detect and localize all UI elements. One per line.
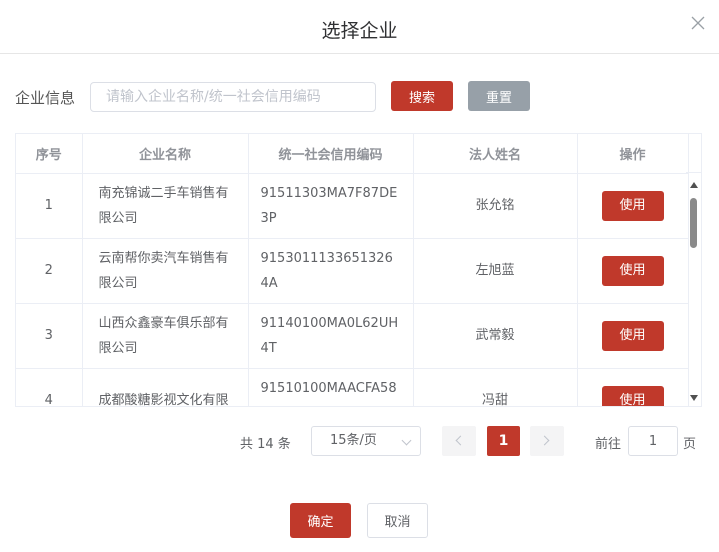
- search-input[interactable]: [90, 82, 376, 112]
- table-header-row: 序号 企业名称 统一社会信用编码 法人姓名 操作: [16, 134, 689, 174]
- column-header-index: 序号: [16, 134, 83, 174]
- table-scrollbar[interactable]: [686, 174, 701, 406]
- row-index: 4: [16, 368, 83, 406]
- dialog-title: 选择企业: [321, 20, 398, 42]
- row-legal-person: 武常毅: [413, 303, 578, 369]
- scroll-down-arrow-icon[interactable]: [690, 395, 698, 401]
- goto-page-input[interactable]: [628, 426, 678, 456]
- column-header-credit-code: 统一社会信用编码: [248, 134, 414, 174]
- goto-unit: 页: [683, 437, 697, 452]
- column-header-action: 操作: [577, 134, 689, 174]
- table-row: 3 山西众鑫豪车俱乐部有限公司 91140100MA0L62UH4T 武常毅 使…: [16, 303, 689, 369]
- row-index: 2: [16, 238, 83, 304]
- table-row: 2 云南帮你卖汽车销售有限公司 91530111336513264A 左旭蓝 使…: [16, 238, 689, 304]
- cancel-button[interactable]: 取消: [367, 503, 428, 538]
- page-size-select[interactable]: 15条/页: [311, 426, 421, 456]
- search-button[interactable]: 搜索: [391, 81, 453, 111]
- row-credit-code: 91511303MA7F87DE3P: [248, 173, 414, 239]
- next-page-button[interactable]: [530, 426, 564, 456]
- row-legal-person: 左旭蓝: [413, 238, 578, 304]
- use-button[interactable]: 使用: [601, 320, 664, 351]
- confirm-button[interactable]: 确定: [290, 503, 351, 538]
- page-size-value: 15条/页: [330, 433, 377, 448]
- table-row: 4 成都酸糖影视文化有限 91510100MAACFA582 冯甜 使用: [16, 368, 689, 406]
- search-label: 企业信息: [15, 89, 76, 107]
- row-legal-person: 张允铭: [413, 173, 578, 239]
- row-company-name: 云南帮你卖汽车销售有限公司: [82, 238, 249, 304]
- row-index: 3: [16, 303, 83, 369]
- column-header-name: 企业名称: [82, 134, 249, 174]
- row-credit-code: 91530111336513264A: [248, 238, 414, 304]
- row-index: 1: [16, 173, 83, 239]
- goto-label: 前往: [595, 437, 622, 452]
- pagination-total: 共 14 条: [240, 437, 291, 452]
- column-header-legal-person: 法人姓名: [413, 134, 578, 174]
- row-company-name: 山西众鑫豪车俱乐部有限公司: [82, 303, 249, 369]
- table-row: 1 南充锦诚二手车销售有限公司 91511303MA7F87DE3P 张允铭 使…: [16, 173, 689, 239]
- row-credit-code: 91510100MAACFA582: [248, 368, 414, 406]
- dialog-header: 选择企业: [0, 0, 719, 54]
- prev-page-button[interactable]: [442, 426, 476, 456]
- row-legal-person: 冯甜: [413, 368, 578, 406]
- reset-button[interactable]: 重置: [468, 81, 530, 111]
- use-button[interactable]: 使用: [601, 385, 664, 406]
- use-button[interactable]: 使用: [601, 255, 664, 286]
- enterprise-table: 序号 企业名称 统一社会信用编码 法人姓名 操作 1 南充锦诚二手车销售有限公司…: [15, 133, 702, 407]
- close-button[interactable]: [689, 14, 707, 32]
- scroll-thumb[interactable]: [690, 198, 697, 248]
- close-icon: [691, 16, 705, 30]
- chevron-right-icon: [539, 435, 550, 446]
- use-button[interactable]: 使用: [601, 190, 664, 221]
- scroll-up-arrow-icon[interactable]: [690, 182, 698, 188]
- page-number-current[interactable]: 1: [487, 426, 520, 456]
- row-credit-code: 91140100MA0L62UH4T: [248, 303, 414, 369]
- row-company-name: 南充锦诚二手车销售有限公司: [82, 173, 249, 239]
- chevron-left-icon: [455, 435, 466, 446]
- table-header-gutter: [686, 134, 701, 173]
- chevron-down-icon: [401, 435, 412, 446]
- row-company-name: 成都酸糖影视文化有限: [82, 368, 249, 406]
